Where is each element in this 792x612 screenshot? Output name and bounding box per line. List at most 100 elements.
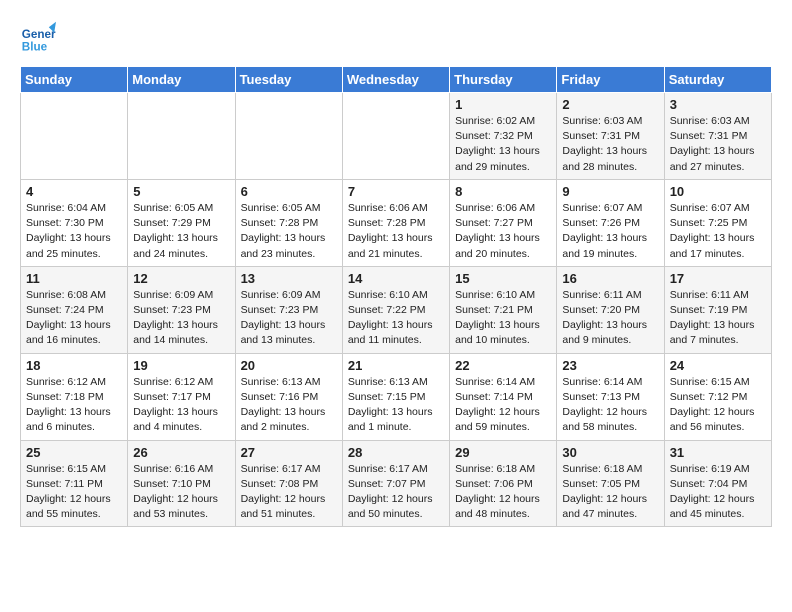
day-number: 29: [455, 445, 551, 460]
calendar-cell: 15 Sunrise: 6:10 AM Sunset: 7:21 PM Dayli…: [450, 266, 557, 353]
day-info: Sunrise: 6:08 AM Sunset: 7:24 PM Dayligh…: [26, 288, 122, 349]
day-info: Sunrise: 6:14 AM Sunset: 7:14 PM Dayligh…: [455, 375, 551, 436]
day-number: 18: [26, 358, 122, 373]
day-number: 1: [455, 97, 551, 112]
day-info: Sunrise: 6:12 AM Sunset: 7:17 PM Dayligh…: [133, 375, 229, 436]
day-number: 10: [670, 184, 766, 199]
day-number: 2: [562, 97, 658, 112]
calendar-cell: 30 Sunrise: 6:18 AM Sunset: 7:05 PM Dayli…: [557, 440, 664, 527]
day-number: 30: [562, 445, 658, 460]
day-info: Sunrise: 6:07 AM Sunset: 7:25 PM Dayligh…: [670, 201, 766, 262]
day-info: Sunrise: 6:05 AM Sunset: 7:29 PM Dayligh…: [133, 201, 229, 262]
day-info: Sunrise: 6:04 AM Sunset: 7:30 PM Dayligh…: [26, 201, 122, 262]
calendar-cell: 12Sunrise: 6:09 AM Sunset: 7:23 PM Dayli…: [128, 266, 235, 353]
day-number: 25: [26, 445, 122, 460]
calendar-cell: 13 Sunrise: 6:09 AM Sunset: 7:23 PM Dayli…: [235, 266, 342, 353]
day-info: Sunrise: 6:18 AM Sunset: 7:05 PM Dayligh…: [562, 462, 658, 523]
logo: General Blue: [20, 20, 56, 56]
day-info: Sunrise: 6:07 AM Sunset: 7:26 PM Dayligh…: [562, 201, 658, 262]
day-info: Sunrise: 6:19 AM Sunset: 7:04 PM Dayligh…: [670, 462, 766, 523]
calendar-cell: 4 Sunrise: 6:04 AM Sunset: 7:30 PM Daylig…: [21, 179, 128, 266]
day-number: 13: [241, 271, 337, 286]
calendar-cell: 10 Sunrise: 6:07 AM Sunset: 7:25 PM Dayli…: [664, 179, 771, 266]
calendar-cell: 11 Sunrise: 6:08 AM Sunset: 7:24 PM Dayli…: [21, 266, 128, 353]
calendar-cell: [21, 93, 128, 180]
day-info: Sunrise: 6:09 AM Sunset: 7:23 PM Dayligh…: [133, 288, 229, 349]
day-number: 20: [241, 358, 337, 373]
calendar-cell: 20 Sunrise: 6:13 AM Sunset: 7:16 PM Dayli…: [235, 353, 342, 440]
day-info: Sunrise: 6:10 AM Sunset: 7:21 PM Dayligh…: [455, 288, 551, 349]
calendar-cell: 29 Sunrise: 6:18 AM Sunset: 7:06 PM Dayli…: [450, 440, 557, 527]
day-info: Sunrise: 6:15 AM Sunset: 7:11 PM Dayligh…: [26, 462, 122, 523]
calendar-cell: 25 Sunrise: 6:15 AM Sunset: 7:11 PM Dayli…: [21, 440, 128, 527]
day-number: 28: [348, 445, 444, 460]
day-info: Sunrise: 6:17 AM Sunset: 7:08 PM Dayligh…: [241, 462, 337, 523]
weekday-header: Monday: [128, 67, 235, 93]
day-info: Sunrise: 6:18 AM Sunset: 7:06 PM Dayligh…: [455, 462, 551, 523]
calendar-cell: 21 Sunrise: 6:13 AM Sunset: 7:15 PM Dayli…: [342, 353, 449, 440]
day-number: 21: [348, 358, 444, 373]
day-number: 17: [670, 271, 766, 286]
day-number: 11: [26, 271, 122, 286]
day-info: Sunrise: 6:06 AM Sunset: 7:28 PM Dayligh…: [348, 201, 444, 262]
day-number: 26: [133, 445, 229, 460]
day-number: 22: [455, 358, 551, 373]
calendar-week-row: 1 Sunrise: 6:02 AM Sunset: 7:32 PM Daylig…: [21, 93, 772, 180]
day-number: 14: [348, 271, 444, 286]
day-number: 3: [670, 97, 766, 112]
day-info: Sunrise: 6:10 AM Sunset: 7:22 PM Dayligh…: [348, 288, 444, 349]
calendar-cell: [128, 93, 235, 180]
svg-text:Blue: Blue: [22, 41, 48, 54]
calendar-cell: 2 Sunrise: 6:03 AM Sunset: 7:31 PM Daylig…: [557, 93, 664, 180]
page-header: General Blue: [20, 20, 772, 56]
day-info: Sunrise: 6:11 AM Sunset: 7:19 PM Dayligh…: [670, 288, 766, 349]
day-info: Sunrise: 6:14 AM Sunset: 7:13 PM Dayligh…: [562, 375, 658, 436]
calendar-cell: 14 Sunrise: 6:10 AM Sunset: 7:22 PM Dayli…: [342, 266, 449, 353]
day-number: 7: [348, 184, 444, 199]
day-info: Sunrise: 6:11 AM Sunset: 7:20 PM Dayligh…: [562, 288, 658, 349]
calendar-week-row: 4 Sunrise: 6:04 AM Sunset: 7:30 PM Daylig…: [21, 179, 772, 266]
calendar-cell: 26 Sunrise: 6:16 AM Sunset: 7:10 PM Dayli…: [128, 440, 235, 527]
calendar-week-row: 18Sunrise: 6:12 AM Sunset: 7:18 PM Dayli…: [21, 353, 772, 440]
calendar-cell: 9 Sunrise: 6:07 AM Sunset: 7:26 PM Daylig…: [557, 179, 664, 266]
day-number: 15: [455, 271, 551, 286]
calendar-cell: 18Sunrise: 6:12 AM Sunset: 7:18 PM Dayli…: [21, 353, 128, 440]
svg-text:General: General: [22, 28, 56, 41]
weekday-header-row: SundayMondayTuesdayWednesdayThursdayFrid…: [21, 67, 772, 93]
day-number: 9: [562, 184, 658, 199]
calendar-cell: 8Sunrise: 6:06 AM Sunset: 7:27 PM Daylig…: [450, 179, 557, 266]
calendar-cell: 24Sunrise: 6:15 AM Sunset: 7:12 PM Dayli…: [664, 353, 771, 440]
calendar-cell: 7 Sunrise: 6:06 AM Sunset: 7:28 PM Daylig…: [342, 179, 449, 266]
calendar-cell: 31 Sunrise: 6:19 AM Sunset: 7:04 PM Dayli…: [664, 440, 771, 527]
calendar-cell: 6Sunrise: 6:05 AM Sunset: 7:28 PM Daylig…: [235, 179, 342, 266]
calendar-table: SundayMondayTuesdayWednesdayThursdayFrid…: [20, 66, 772, 527]
day-number: 23: [562, 358, 658, 373]
calendar-cell: 17 Sunrise: 6:11 AM Sunset: 7:19 PM Dayli…: [664, 266, 771, 353]
day-info: Sunrise: 6:03 AM Sunset: 7:31 PM Dayligh…: [562, 114, 658, 175]
weekday-header: Sunday: [21, 67, 128, 93]
day-info: Sunrise: 6:02 AM Sunset: 7:32 PM Dayligh…: [455, 114, 551, 175]
day-info: Sunrise: 6:09 AM Sunset: 7:23 PM Dayligh…: [241, 288, 337, 349]
weekday-header: Friday: [557, 67, 664, 93]
day-info: Sunrise: 6:13 AM Sunset: 7:16 PM Dayligh…: [241, 375, 337, 436]
calendar-cell: 3Sunrise: 6:03 AM Sunset: 7:31 PM Daylig…: [664, 93, 771, 180]
day-info: Sunrise: 6:06 AM Sunset: 7:27 PM Dayligh…: [455, 201, 551, 262]
day-number: 19: [133, 358, 229, 373]
calendar-cell: 16 Sunrise: 6:11 AM Sunset: 7:20 PM Dayli…: [557, 266, 664, 353]
calendar-cell: 28Sunrise: 6:17 AM Sunset: 7:07 PM Dayli…: [342, 440, 449, 527]
calendar-cell: [342, 93, 449, 180]
day-number: 4: [26, 184, 122, 199]
calendar-week-row: 11 Sunrise: 6:08 AM Sunset: 7:24 PM Dayli…: [21, 266, 772, 353]
calendar-cell: 1 Sunrise: 6:02 AM Sunset: 7:32 PM Daylig…: [450, 93, 557, 180]
day-number: 31: [670, 445, 766, 460]
day-number: 24: [670, 358, 766, 373]
day-info: Sunrise: 6:13 AM Sunset: 7:15 PM Dayligh…: [348, 375, 444, 436]
day-info: Sunrise: 6:16 AM Sunset: 7:10 PM Dayligh…: [133, 462, 229, 523]
calendar-cell: [235, 93, 342, 180]
day-number: 16: [562, 271, 658, 286]
logo-icon: General Blue: [20, 20, 56, 56]
calendar-cell: 22 Sunrise: 6:14 AM Sunset: 7:14 PM Dayli…: [450, 353, 557, 440]
calendar-cell: 23 Sunrise: 6:14 AM Sunset: 7:13 PM Dayli…: [557, 353, 664, 440]
calendar-cell: 5Sunrise: 6:05 AM Sunset: 7:29 PM Daylig…: [128, 179, 235, 266]
day-number: 27: [241, 445, 337, 460]
